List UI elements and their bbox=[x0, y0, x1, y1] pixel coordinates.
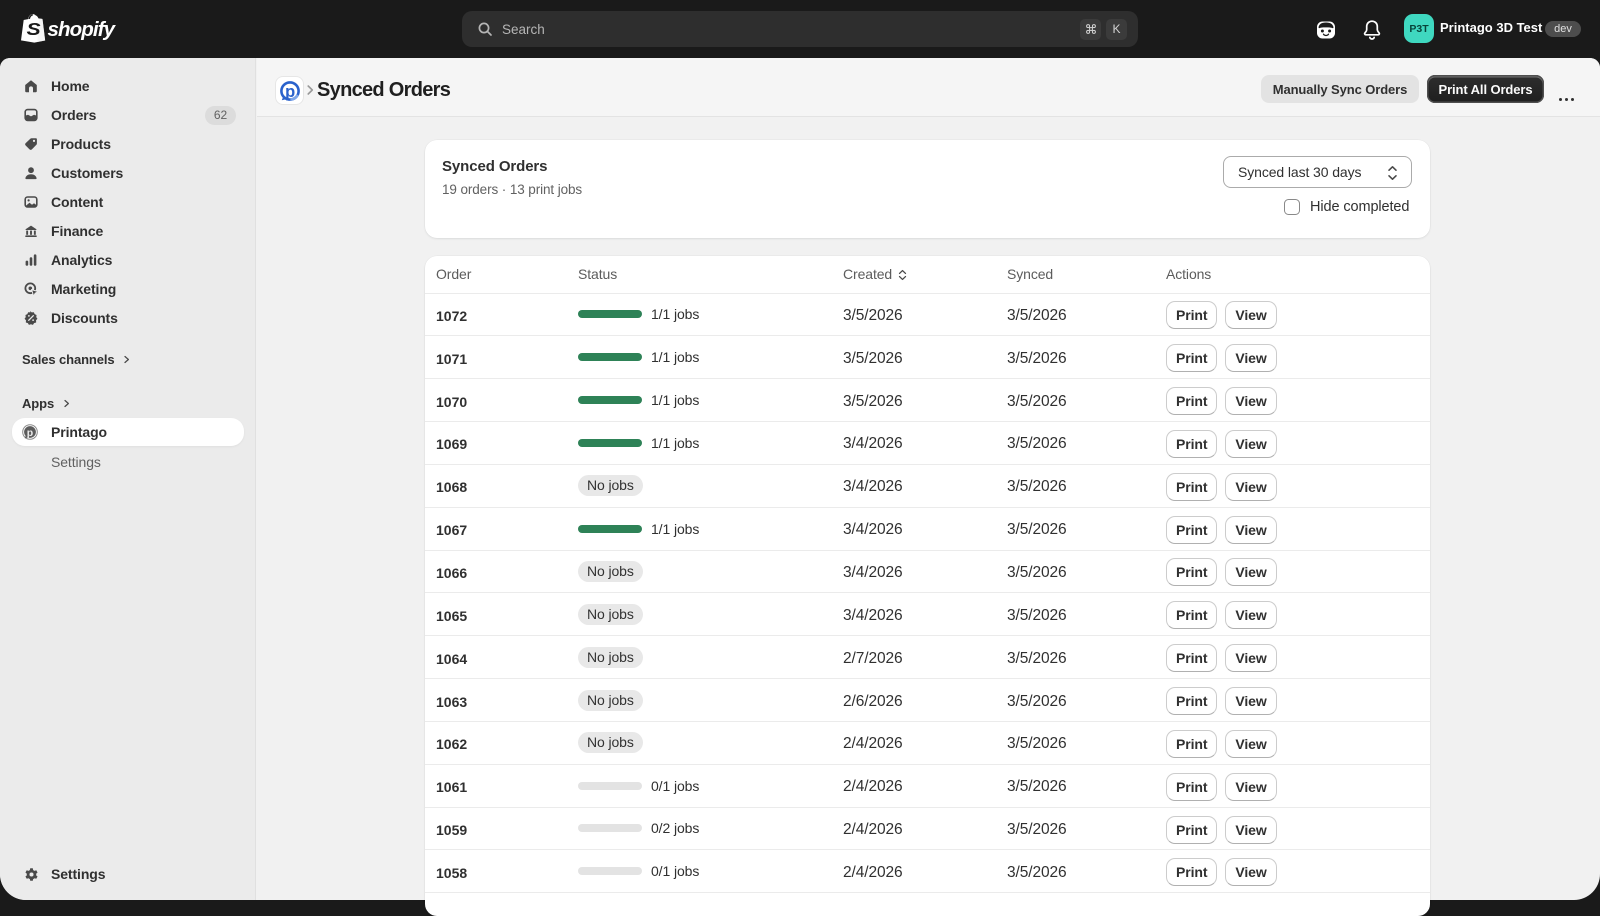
svg-text:p: p bbox=[27, 427, 33, 439]
svg-text:shopify: shopify bbox=[48, 18, 117, 41]
svg-text:S: S bbox=[26, 21, 40, 40]
svg-text:p: p bbox=[285, 82, 295, 100]
